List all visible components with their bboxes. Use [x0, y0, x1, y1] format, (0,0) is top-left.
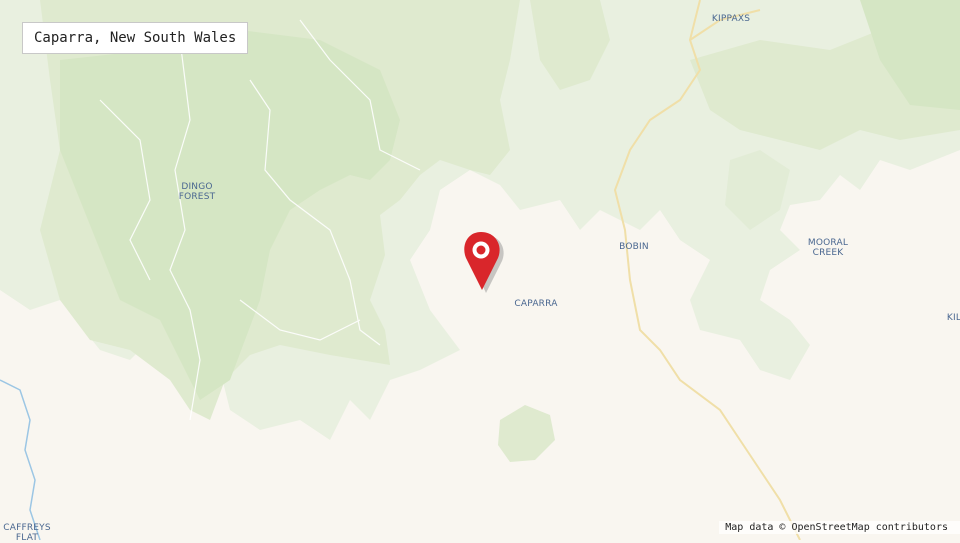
map-pin-dot	[476, 245, 486, 255]
place-label-bobin: BOBIN	[619, 242, 649, 252]
place-label-line: CREEK	[812, 248, 844, 258]
place-label-caparra: CAPARRA	[514, 299, 557, 309]
place-label-line: KIPPAXS	[711, 14, 751, 24]
place-label-kippaxs: KIPPAXS	[712, 14, 750, 24]
place-label-line: MOORAL	[807, 238, 849, 248]
place-label-caffreys-flat: CAFFREYS FLAT	[3, 523, 51, 543]
map-title: Caparra, New South Wales	[22, 22, 249, 54]
place-label-line: BOBIN	[619, 242, 649, 252]
place-label-line: DINGO	[181, 182, 213, 192]
place-label-line: CAPARRA	[514, 299, 558, 309]
place-label-line: KIL	[946, 313, 960, 323]
place-label-mooral-creek: MOORAL CREEK	[808, 238, 848, 258]
place-label-line: FOREST	[178, 192, 216, 202]
map-pin-icon[interactable]	[455, 229, 507, 295]
map-pin-body	[464, 232, 500, 290]
place-label-kil: KIL	[947, 313, 960, 323]
place-label-line: FLAT	[15, 533, 39, 543]
map-attribution: Map data © OpenStreetMap contributors	[719, 521, 960, 534]
place-label-dingo-forest: DINGO FOREST	[179, 182, 216, 202]
place-label-line: CAFFREYS	[3, 523, 51, 533]
